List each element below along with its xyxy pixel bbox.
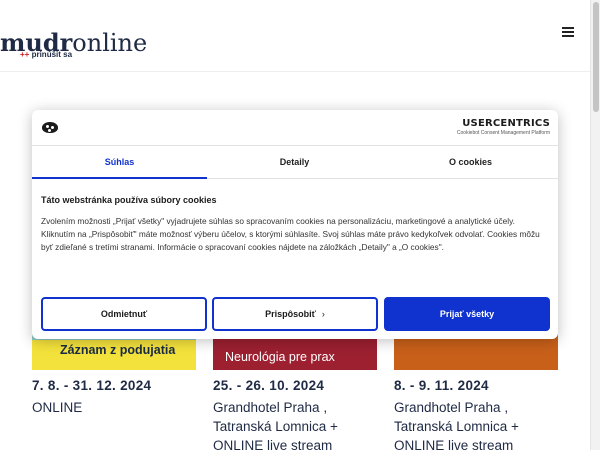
accept-all-button[interactable]: Prijať všetky <box>384 297 550 331</box>
logo-tagline: ++ prinúšit sa <box>20 50 72 59</box>
brand-name: USERCENTRICS <box>462 118 550 129</box>
cookie-consent-dialog: USERCENTRICS Cookiebot Consent Managemen… <box>32 110 558 339</box>
reject-button[interactable]: Odmietnuť <box>41 297 207 331</box>
event-location: Grandhotel Praha , Tatranská Lomnica + O… <box>394 400 519 450</box>
consent-tabs: Súhlas Detaily O cookies <box>32 145 558 179</box>
dialog-header: USERCENTRICS Cookiebot Consent Managemen… <box>32 110 558 145</box>
usercentrics-logo[interactable]: USERCENTRICS Cookiebot Consent Managemen… <box>457 118 550 136</box>
consent-text: Zvolením možnosti „Prijať všetky" vyjadr… <box>41 216 540 252</box>
event-location: ONLINE <box>32 400 83 415</box>
tab-consent[interactable]: Súhlas <box>32 146 207 179</box>
tab-details[interactable]: Detaily <box>207 146 382 179</box>
consent-buttons: Odmietnuť Prispôsobiť › Prijať všetky <box>41 297 551 331</box>
customize-button[interactable]: Prispôsobiť › <box>212 297 378 331</box>
event-location: Grandhotel Praha , Tatranská Lomnica + O… <box>213 400 338 450</box>
event-date: 8. - 9. 11. 2024 <box>394 378 489 393</box>
reject-label: Odmietnuť <box>100 309 148 319</box>
brand-subtitle: Cookiebot Consent Management Platform <box>456 130 550 136</box>
tab-about-cookies[interactable]: O cookies <box>383 146 558 179</box>
tagline-text: prinúšit sa <box>31 50 73 59</box>
site-header: mudronline ++ prinúšit sa <box>0 0 590 72</box>
consent-title: Táto webstránka používa súbory cookies <box>41 195 217 205</box>
cookie-icon <box>42 122 58 133</box>
event-date: 7. 8. - 31. 12. 2024 <box>32 378 152 393</box>
customize-label: Prispôsobiť <box>265 309 316 319</box>
event-date: 25. - 26. 10. 2024 <box>213 378 325 393</box>
scrollbar-thumb[interactable] <box>593 2 599 112</box>
page-scrollbar[interactable] <box>590 0 600 450</box>
accept-label: Prijať všetky <box>439 309 495 319</box>
hamburger-menu-icon[interactable] <box>562 27 574 37</box>
consent-body: Táto webstránka používa súbory cookies Z… <box>41 195 551 254</box>
event-caption: Záznam z podujatia <box>32 340 196 370</box>
tagline-mark: ++ <box>20 50 30 59</box>
chevron-right-icon: › <box>321 309 325 319</box>
event-caption: Neurológia pre prax <box>225 350 335 364</box>
logo-light-text: online <box>72 29 148 57</box>
